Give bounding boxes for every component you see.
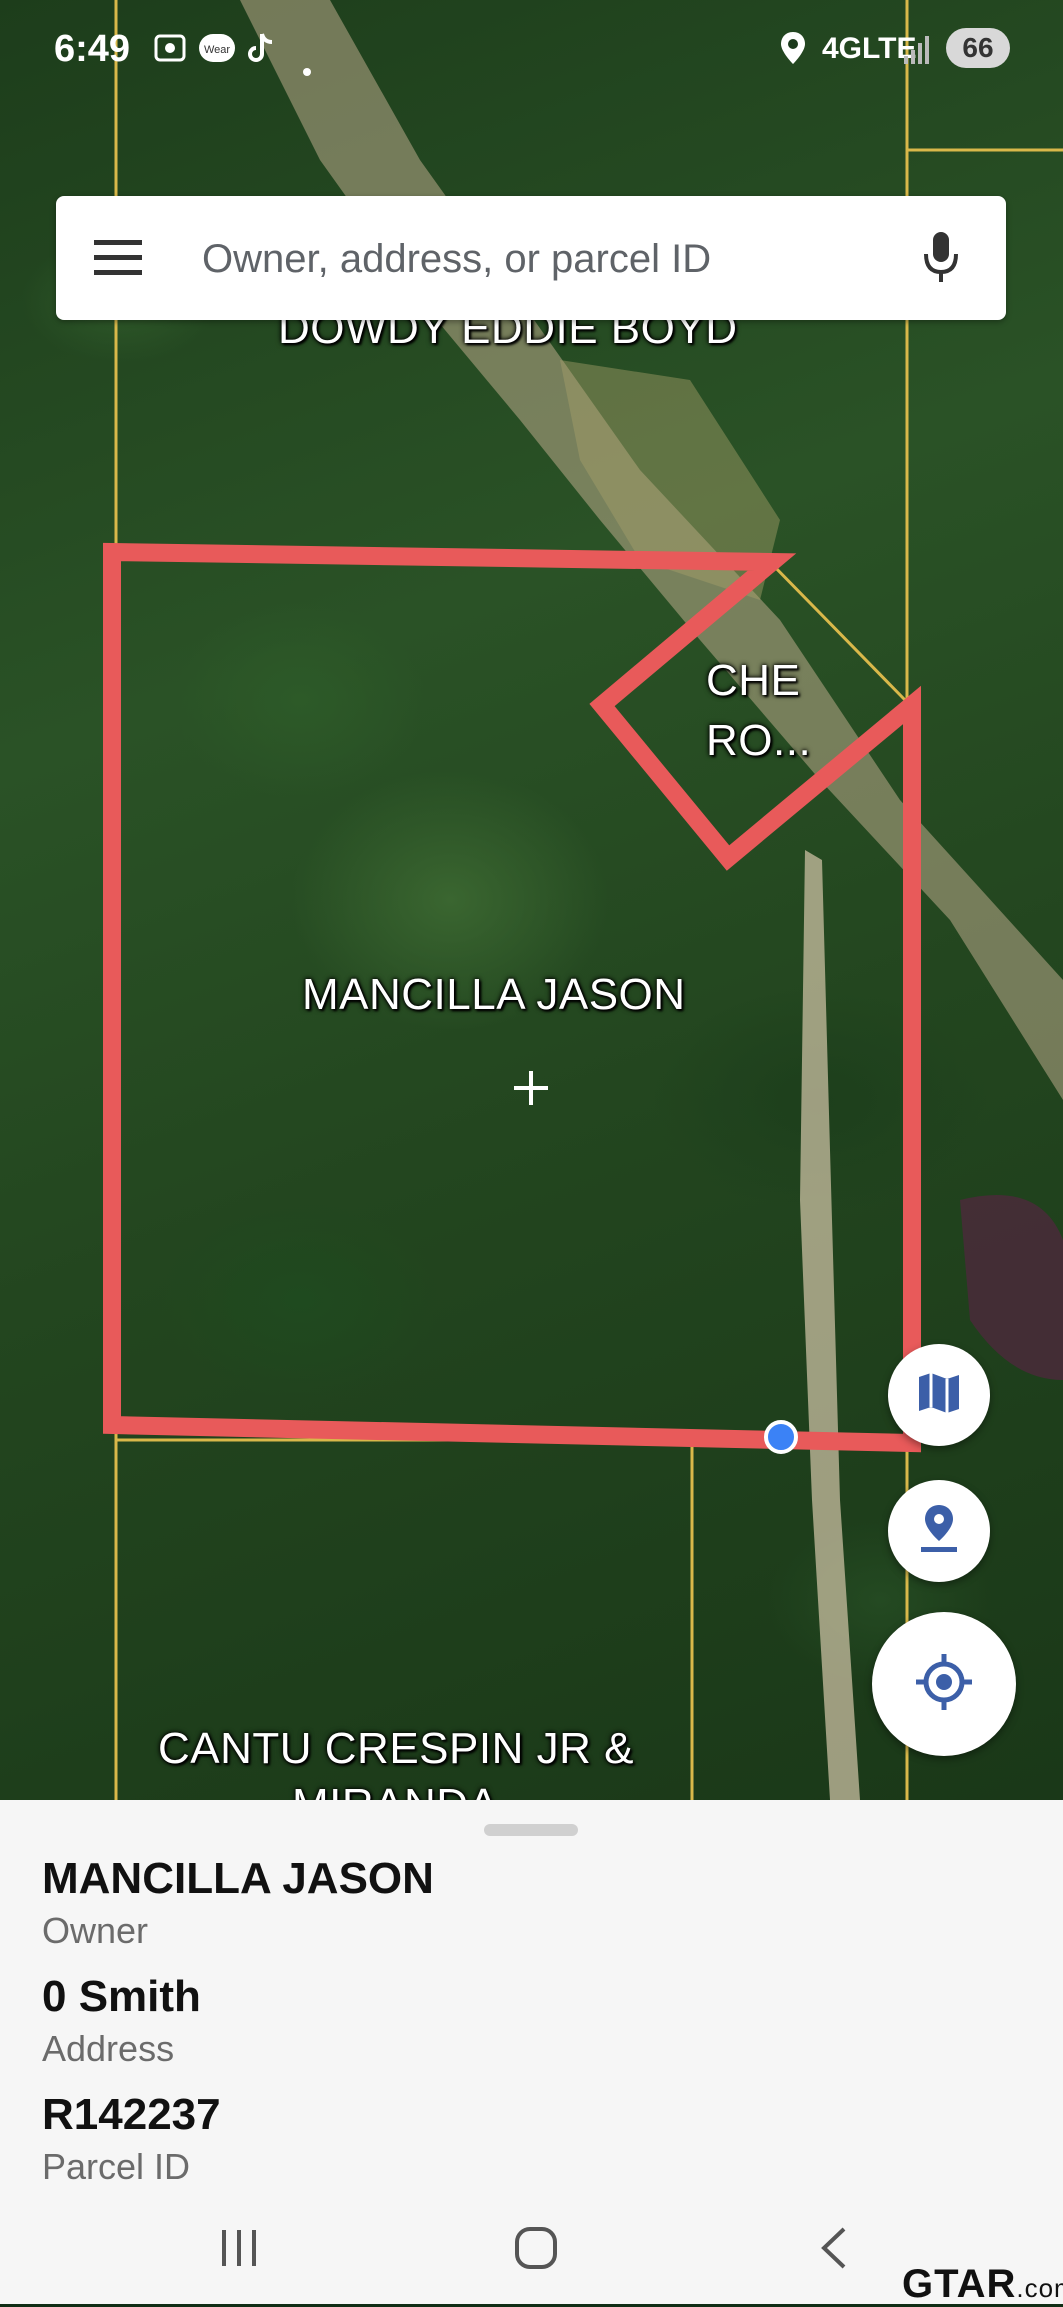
pond <box>960 1195 1063 1380</box>
my-location-icon <box>914 1652 974 1717</box>
map-layers-icon <box>915 1369 963 1422</box>
map-layers-button[interactable] <box>888 1344 990 1446</box>
location-icon <box>778 30 808 75</box>
map-label-east-line1[interactable]: CHE <box>706 656 800 706</box>
microphone-icon[interactable] <box>922 230 960 291</box>
current-location-dot <box>764 1420 798 1454</box>
recents-icon[interactable] <box>218 2228 260 2273</box>
owner-value: MANCILLA JASON <box>42 1854 434 1903</box>
dirt-road <box>800 850 860 1800</box>
search-input[interactable] <box>200 196 924 322</box>
screenshot-icon <box>152 30 188 75</box>
home-icon[interactable] <box>514 2226 558 2275</box>
back-icon[interactable] <box>818 2226 848 2275</box>
address-label: Address <box>42 2028 175 2069</box>
parcel-id-value: R142237 <box>42 2090 221 2139</box>
sheet-drag-handle[interactable] <box>484 1824 578 1836</box>
status-bar: 6:49 Wear 4GLTE 66 <box>0 0 1063 96</box>
wear-icon-label: Wear <box>204 44 230 56</box>
parcel-details-sheet[interactable]: MANCILLA JASON Owner 0 Smith Address R14… <box>0 1800 1063 2204</box>
tiktok-icon <box>246 30 280 75</box>
parcel-id-label: Parcel ID <box>42 2146 191 2187</box>
drop-pin-icon <box>917 1503 961 1560</box>
crosshair-plus-icon <box>514 1071 548 1105</box>
watermark-suffix: .com <box>1016 2273 1063 2303</box>
signal-icon <box>902 30 932 75</box>
drop-pin-button[interactable] <box>888 1480 990 1582</box>
battery-level: 66 <box>946 28 1010 68</box>
map-label-east-line2[interactable]: RO... <box>706 716 811 766</box>
my-location-button[interactable] <box>872 1612 1016 1756</box>
hamburger-menu-icon[interactable] <box>94 236 142 283</box>
map-label-south-owner-line2[interactable]: MIRANDA <box>292 1780 498 1800</box>
address-value: 0 Smith <box>42 1972 201 2021</box>
dot-icon <box>302 44 312 86</box>
status-time: 6:49 <box>54 28 131 70</box>
wear-icon: Wear <box>198 30 236 75</box>
watermark: GTAR.com <box>902 2262 1063 2307</box>
watermark-brand: GTAR <box>902 2262 1017 2306</box>
map-label-south-owner-line1[interactable]: CANTU CRESPIN JR & <box>158 1724 634 1774</box>
map-label-selected-owner[interactable]: MANCILLA JASON <box>302 970 686 1020</box>
owner-label: Owner <box>42 1910 149 1951</box>
search-bar[interactable] <box>56 196 1006 322</box>
